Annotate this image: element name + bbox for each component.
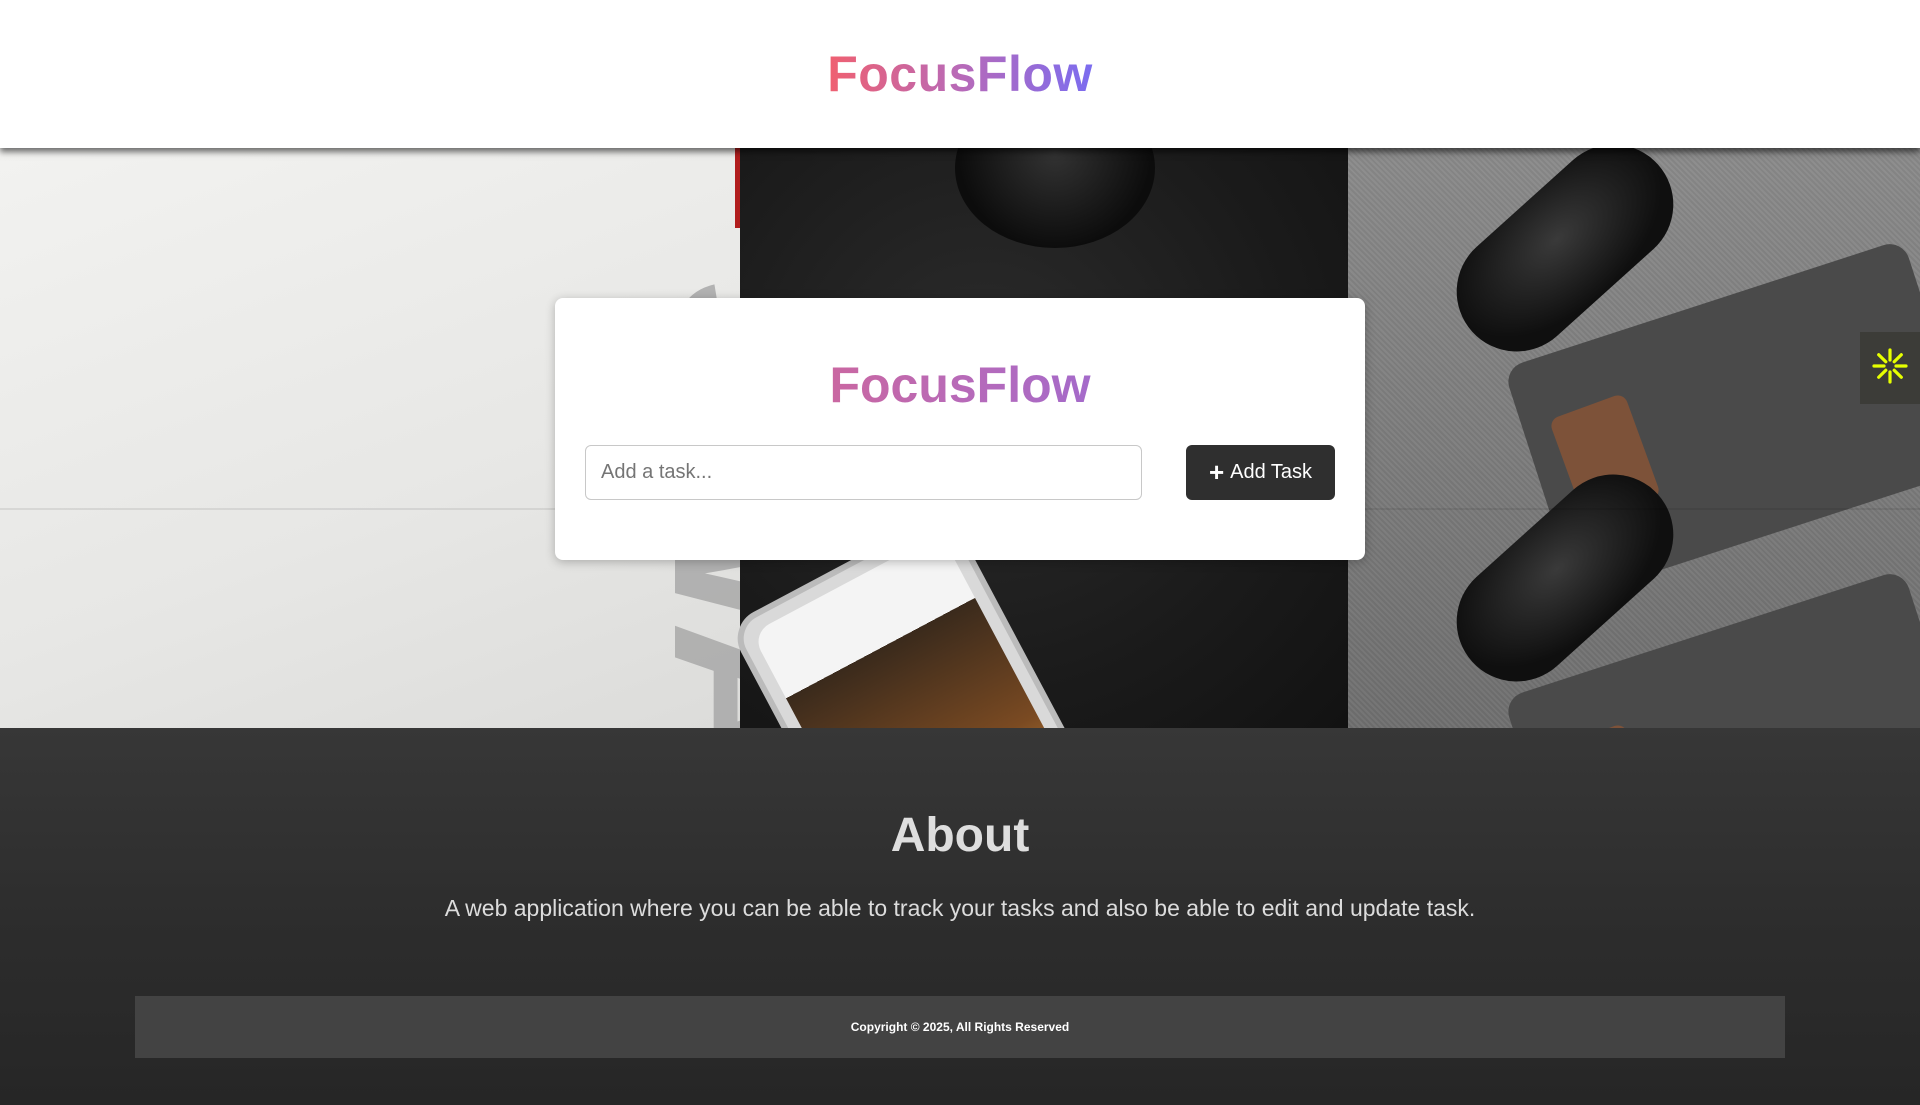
side-widget[interactable] — [1860, 332, 1920, 404]
add-task-label: Add Task — [1230, 461, 1313, 483]
asterisk-icon — [1870, 346, 1910, 391]
card-title: FocusFlow — [555, 356, 1365, 414]
footer-bar: Copyright © 2025, All Rights Reserved — [135, 996, 1785, 1058]
site-logo[interactable]: FocusFlow — [827, 45, 1093, 103]
about-description: A web application where you can be able … — [444, 895, 1476, 921]
task-input[interactable] — [585, 445, 1142, 500]
about-heading: About — [890, 809, 1030, 862]
plus-icon: + — [1208, 456, 1225, 487]
add-task-button[interactable]: + Add Task — [1186, 445, 1335, 500]
site-header: FocusFlow — [0, 0, 1920, 148]
about-section: About A web application where you can be… — [0, 728, 1920, 1105]
copyright-text: Copyright © 2025, All Rights Reserved — [850, 1020, 1070, 1034]
task-card: FocusFlow + Add Task — [555, 298, 1365, 560]
